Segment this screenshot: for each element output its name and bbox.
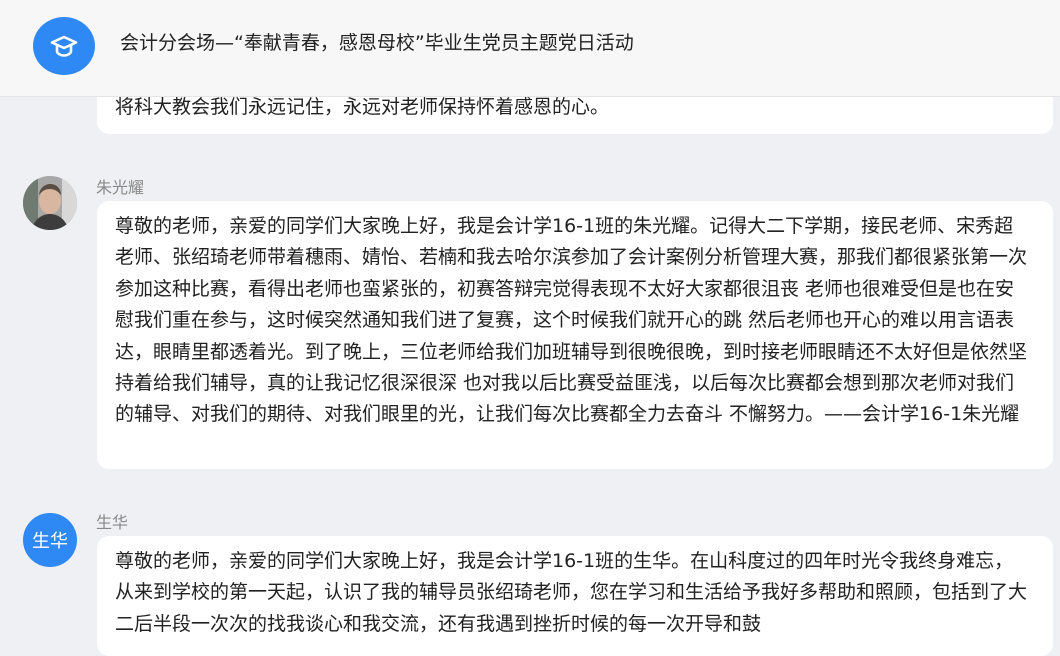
chat-header: 会计分会场—“奉献青春，感恩母校”毕业生党员主题党日活动 <box>0 0 1060 97</box>
avatar[interactable]: 生华 <box>23 513 77 567</box>
message-bubble: 尊敬的老师，亲爱的同学们大家晚上好，我是会计学16-1班的朱光耀。记得大二下学期… <box>97 201 1053 469</box>
message-bubble: 尊敬的老师，亲爱的同学们大家晚上好，我是会计学16-1班的生华。在山科度过的四年… <box>97 536 1053 656</box>
sender-name: 朱光耀 <box>96 178 145 197</box>
chat-title: 会计分会场—“奉献青春，感恩母校”毕业生党员主题党日活动 <box>120 32 634 54</box>
sender-name: 生华 <box>96 513 129 532</box>
graduation-cap-icon <box>33 17 95 75</box>
avatar[interactable] <box>23 176 77 230</box>
